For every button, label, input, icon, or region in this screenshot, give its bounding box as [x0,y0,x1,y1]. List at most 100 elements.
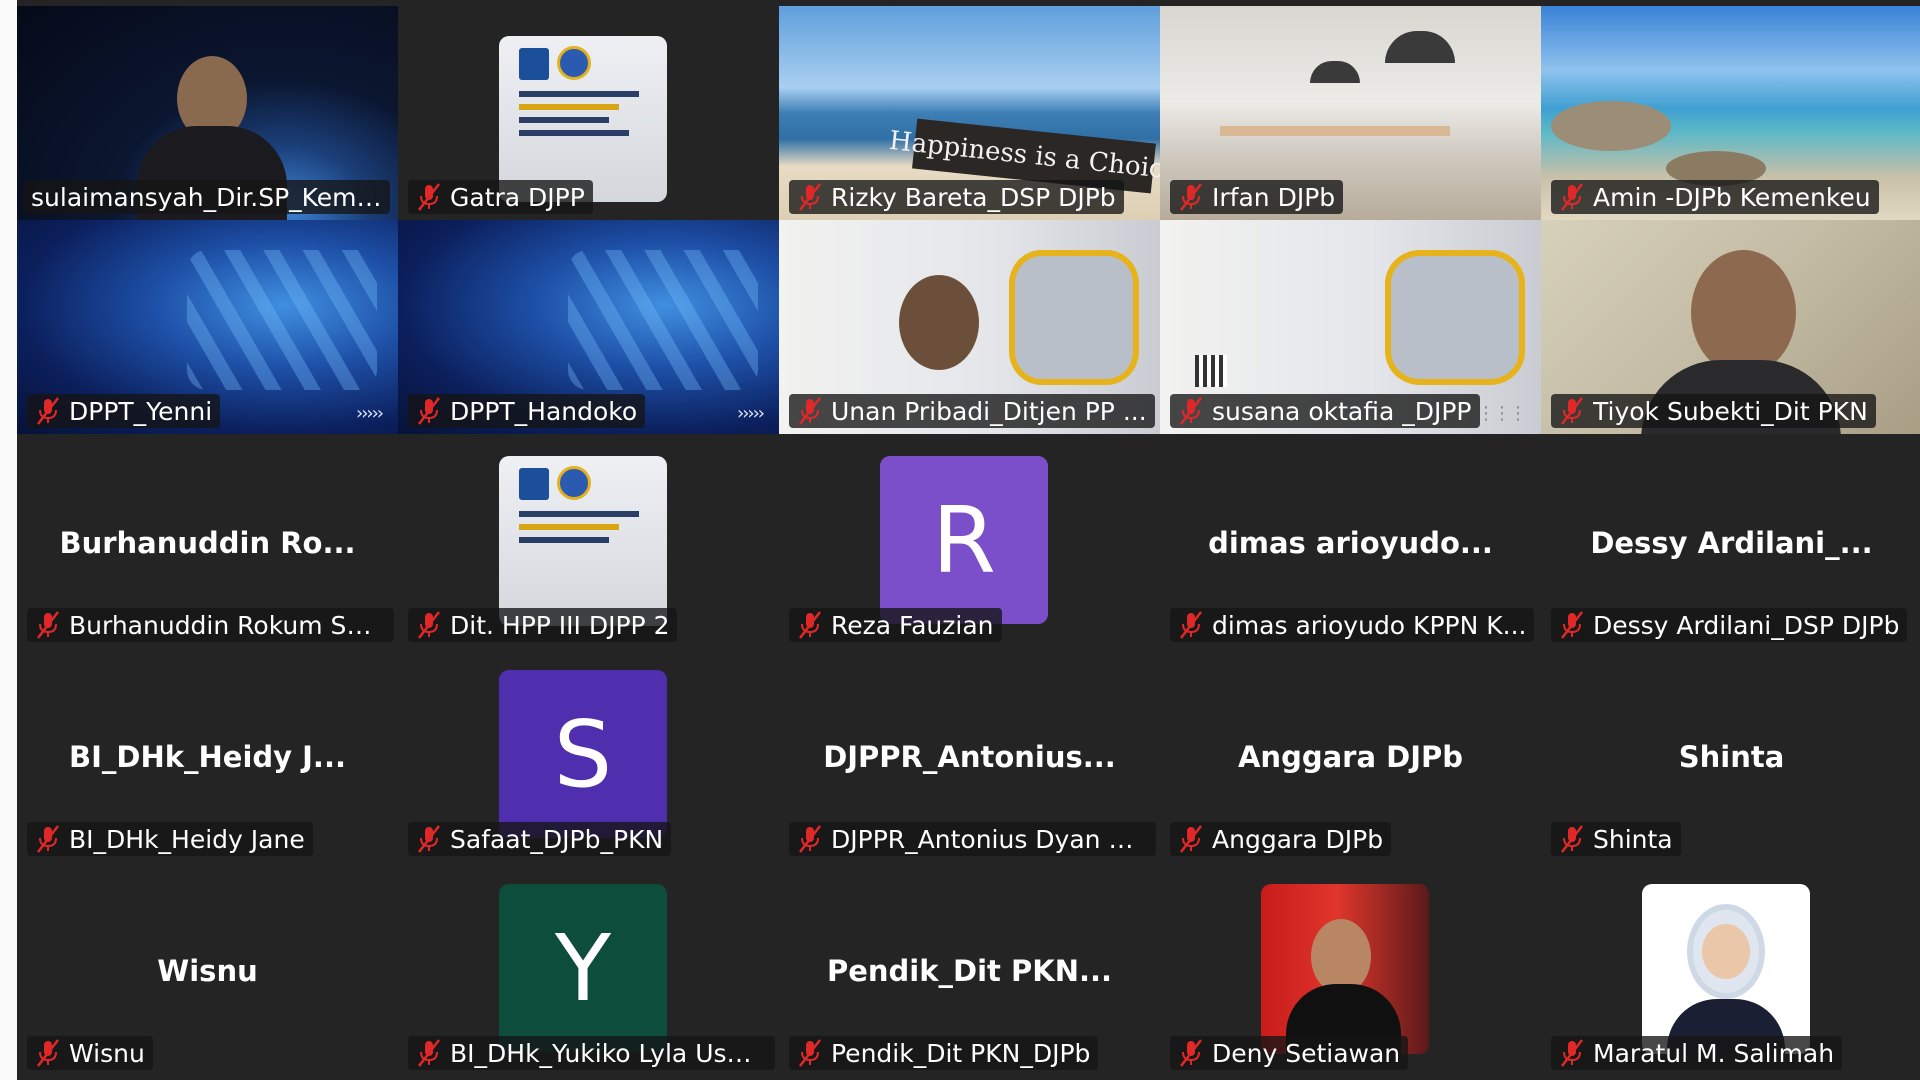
nameplate: Gatra DJPP [408,180,593,214]
participant-name: BI_DHk_Yukiko Lyla Usman [450,1038,767,1068]
nameplate: Anggara DJPb [1170,822,1392,856]
participant-display-name: BI_DHk_Heidy J... [68,740,346,774]
participant-tile[interactable]: ››››› DPPT_Yenni [17,220,398,434]
participant-display-name: dimas arioyudo... [1208,526,1493,560]
muted-mic-icon [799,183,821,211]
participant-name: dimas arioyudo KPPN K... [1212,610,1527,640]
muted-mic-icon [1180,611,1202,639]
hexagon-pattern [568,250,758,390]
participant-display-name: Dessy Ardilani_... [1590,526,1873,560]
nameplate: Safaat_DJPb_PKN [408,822,672,856]
nameplate: Maratul M. Salimah [1551,1036,1843,1070]
participant-tile[interactable]: ⋮⋮⋮ susana oktafia _DJPP [1160,220,1541,434]
participant-display-name: Pendik_Dit PKN... [826,954,1113,988]
participant-tile[interactable]: Shinta Shinta [1541,648,1920,862]
logo-icon [557,46,591,80]
building-badge [1009,250,1139,385]
participant-name: BI_DHk_Heidy Jane [69,824,305,854]
nameplate: susana oktafia _DJPP [1170,394,1480,428]
participant-tile[interactable]: Dit. HPP III DJPP 2 [398,434,779,648]
hexagon-pattern [187,250,377,390]
participant-tile[interactable]: Gatra DJPP [398,6,779,220]
nameplate: Rizky Bareta_DSP DJPb [789,180,1124,214]
muted-mic-icon [1561,1039,1583,1067]
participant-name: Unan Pribadi_Ditjen PP ... [831,396,1147,426]
participant-tile[interactable]: Maratul M. Salimah [1541,862,1920,1076]
nameplate: Amin -DJPb Kemenkeu [1551,180,1879,214]
muted-mic-icon [1561,611,1583,639]
participant-tile[interactable]: DJPPR_Antonius... DJPPR_Antonius Dyan N.… [779,648,1160,862]
participant-tile[interactable]: Wisnu Wisnu [17,862,398,1076]
participant-display-name: Wisnu [157,954,258,988]
muted-mic-icon [1561,183,1583,211]
participant-tile[interactable]: Burhanuddin Ro... Burhanuddin Rokum Setj… [17,434,398,648]
participant-name: Deny Setiawan [1212,1038,1401,1068]
participant-tile[interactable]: R Reza Fauzian [779,434,1160,648]
building-badge [1385,250,1525,385]
drag-handle-icon[interactable]: ⋮⋮⋮ [1477,403,1527,424]
participant-name: Rizky Bareta_DSP DJPb [831,182,1116,212]
participant-tile[interactable]: dimas arioyudo... dimas arioyudo KPPN K.… [1160,434,1541,648]
profile-person [1702,924,1750,979]
muted-mic-icon [1180,1039,1202,1067]
participant-name: Shinta [1593,824,1673,854]
participant-tile[interactable]: Anggara DJPb Anggara DJPb [1160,648,1541,862]
participant-tile[interactable]: Happiness is a Choice Rizky Bareta_DSP D… [779,6,1160,220]
participant-name: Irfan DJPb [1212,182,1336,212]
nameplate: Pendik_Dit PKN_DJPb [789,1036,1099,1070]
participant-name: Dit. HPP III DJPP 2 [450,610,670,640]
participant-name: Reza Fauzian [831,610,994,640]
participant-tile[interactable]: Y BI_DHk_Yukiko Lyla Usman [398,862,779,1076]
participant-video-person [1691,250,1796,375]
muted-mic-icon [37,825,59,853]
document-text-lines [519,117,609,123]
participant-video-person [899,275,979,370]
nameplate: BI_DHk_Yukiko Lyla Usman [408,1036,775,1070]
initial-avatar: Y [499,884,667,1052]
nameplate: Burhanuddin Rokum Setj... [27,608,394,642]
participant-name: Anggara DJPb [1212,824,1384,854]
participant-tile[interactable]: ››››› DPPT_Handoko [398,220,779,434]
participant-tile[interactable]: Irfan DJPb [1160,6,1541,220]
participant-name: Gatra DJPP [450,182,585,212]
participant-name: Dessy Ardilani_DSP DJPb [1593,610,1900,640]
participant-name: sulaimansyah_Dir.SP_Keme... [31,182,382,212]
participant-tile[interactable]: Tiyok Subekti_Dit PKN [1541,220,1920,434]
muted-mic-icon [1180,183,1202,211]
avatar-initial: Y [554,914,612,1022]
nameplate: BI_DHk_Heidy Jane [27,822,313,856]
muted-mic-icon [799,611,821,639]
participant-tile[interactable]: Pendik_Dit PKN... Pendik_Dit PKN_DJPb [779,862,1160,1076]
muted-mic-icon [1561,397,1583,425]
participant-tile[interactable]: S Safaat_DJPb_PKN [398,648,779,862]
muted-mic-icon [37,611,59,639]
document-text-lines [519,524,619,530]
muted-mic-icon [799,1039,821,1067]
profile-picture [1642,884,1810,1054]
nameplate: DPPT_Handoko [408,394,646,428]
participant-tile[interactable]: Unan Pribadi_Ditjen PP ... [779,220,1160,434]
participant-tile[interactable]: BI_DHk_Heidy J... BI_DHk_Heidy Jane [17,648,398,862]
muted-mic-icon [799,825,821,853]
participant-name: Tiyok Subekti_Dit PKN [1593,396,1868,426]
nameplate: Irfan DJPb [1170,180,1344,214]
initial-avatar: R [880,456,1048,624]
participant-display-name: Anggara DJPb [1237,740,1464,774]
muted-mic-icon [418,825,440,853]
nameplate: Dit. HPP III DJPP 2 [408,608,678,642]
muted-mic-icon [418,611,440,639]
participant-display-name: Burhanuddin Ro... [59,526,356,560]
initial-avatar: S [499,670,667,838]
profile-person [1311,919,1371,994]
participant-tile[interactable]: Dessy Ardilani_... Dessy Ardilani_DSP DJ… [1541,434,1920,648]
participant-tile[interactable]: Amin -DJPb Kemenkeu [1541,6,1920,220]
participant-name: DPPT_Yenni [69,396,213,426]
participant-tile[interactable]: sulaimansyah_Dir.SP_Keme... [17,6,398,220]
participant-tile[interactable]: Deny Setiawan [1160,862,1541,1076]
nameplate: DPPT_Yenni [27,394,221,428]
nameplate: sulaimansyah_Dir.SP_Keme... [23,180,390,214]
participant-gallery: sulaimansyah_Dir.SP_Keme... Gatra DJPP H… [17,0,1920,1080]
document-text-lines [519,511,639,517]
profile-picture [499,36,667,202]
muted-mic-icon [37,1039,59,1067]
